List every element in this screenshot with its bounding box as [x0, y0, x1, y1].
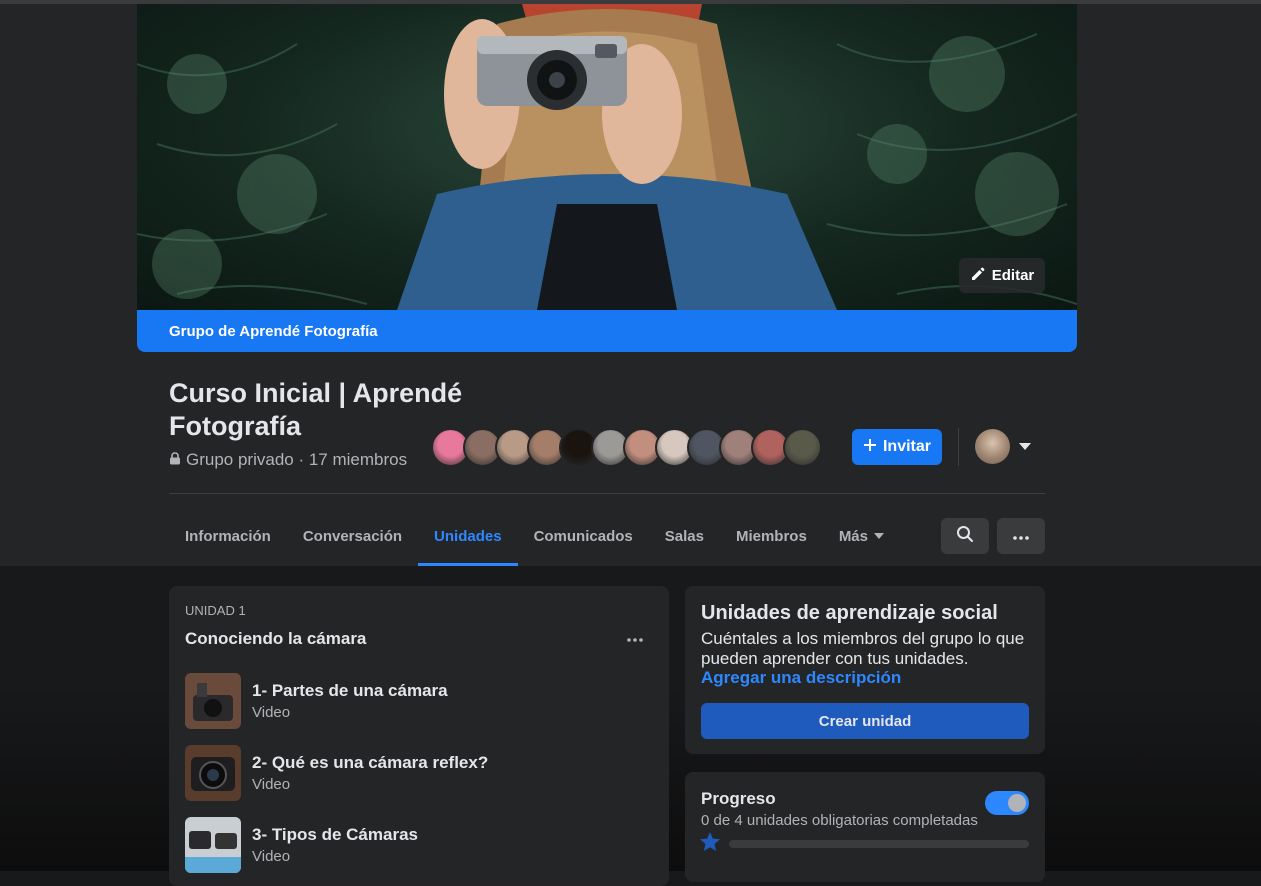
progress-toggle[interactable] [985, 791, 1029, 815]
tab-miembros[interactable]: Miembros [720, 506, 823, 566]
social-units-title: Unidades de aprendizaje social [701, 602, 998, 624]
search-icon [956, 525, 974, 548]
progress-card: Progreso 0 de 4 unidades obligatorias co… [685, 772, 1045, 882]
lesson-type: Video [252, 704, 291, 721]
tab-comunicados[interactable]: Comunicados [518, 506, 649, 566]
edit-cover-button[interactable]: Editar [959, 258, 1045, 293]
caret-down-icon [874, 533, 884, 539]
social-units-description: Cuéntales a los miembros del grupo lo qu… [701, 629, 1025, 668]
lesson-item[interactable]: 3- Tipos de Cámaras Video [185, 817, 655, 875]
tab-label: Información [185, 527, 271, 545]
lesson-item[interactable]: 1- Partes de una cámara Video [185, 673, 655, 731]
lesson-title: 3- Tipos de Cámaras [252, 825, 418, 844]
parent-group-link[interactable]: Grupo de Aprendé Fotografía [169, 323, 378, 340]
more-icon [1013, 527, 1029, 545]
unit-more-button[interactable] [621, 624, 649, 652]
search-button[interactable] [941, 518, 989, 554]
tab-mas[interactable]: Más [823, 506, 900, 566]
lesson-title: 1- Partes de una cámara [252, 681, 448, 700]
pencil-icon [970, 266, 986, 286]
header-separator [169, 493, 1045, 494]
tab-label: Unidades [434, 527, 502, 545]
lesson-type: Video [252, 776, 291, 793]
create-unit-button[interactable]: Crear unidad [701, 703, 1029, 739]
chevron-down-icon[interactable] [1019, 443, 1031, 450]
tab-salas[interactable]: Salas [649, 506, 720, 566]
member-avatar[interactable] [783, 428, 822, 467]
profile-avatar[interactable] [975, 429, 1010, 464]
group-privacy-text: Grupo privado · 17 miembros [186, 450, 408, 469]
lesson-thumbnail [185, 745, 241, 801]
tab-label: Comunicados [533, 527, 633, 545]
tab-informacion[interactable]: Información [169, 506, 287, 566]
group-privacy: Grupo privado · 17 miembros [169, 450, 407, 470]
more-icon [627, 629, 643, 647]
tab-conversacion[interactable]: Conversación [287, 506, 418, 566]
cover-photo [137, 4, 1077, 310]
parent-group-bar[interactable]: Grupo de Aprendé Fotografía [137, 310, 1077, 352]
unit-card: UNIDAD 1 Conociendo la cámara 1- Partes … [169, 586, 669, 886]
unit-label: UNIDAD 1 [185, 603, 246, 618]
plus-icon [863, 438, 877, 457]
edit-cover-label: Editar [991, 267, 1035, 284]
tab-label: Conversación [302, 527, 403, 545]
group-tabs: Información Conversación Unidades Comuni… [169, 506, 900, 566]
progress-bar [729, 840, 1029, 848]
lesson-type: Video [252, 848, 291, 865]
tab-label: Más [838, 527, 868, 545]
star-icon [699, 831, 721, 858]
header-divider [958, 428, 959, 466]
lock-icon [169, 450, 181, 470]
invite-label: Invitar [882, 438, 931, 455]
tab-label: Miembros [735, 527, 807, 545]
lesson-item[interactable]: 2- Qué es una cámara reflex? Video [185, 745, 655, 803]
progress-title: Progreso [701, 789, 776, 808]
lesson-thumbnail [185, 673, 241, 729]
unit-title: Conociendo la cámara [185, 629, 367, 648]
more-options-button[interactable] [997, 518, 1045, 554]
social-units-card: Unidades de aprendizaje social Cuéntales… [685, 586, 1045, 754]
tab-unidades[interactable]: Unidades [418, 506, 518, 566]
lesson-thumbnail [185, 817, 241, 873]
tab-label: Salas [664, 527, 704, 545]
cover-illustration [137, 4, 1077, 310]
progress-subtitle: 0 de 4 unidades obligatorias completadas [701, 812, 978, 829]
add-description-link[interactable]: Agregar una descripción [701, 668, 901, 688]
lesson-title: 2- Qué es una cámara reflex? [252, 753, 489, 772]
invite-button[interactable]: Invitar [852, 429, 942, 465]
